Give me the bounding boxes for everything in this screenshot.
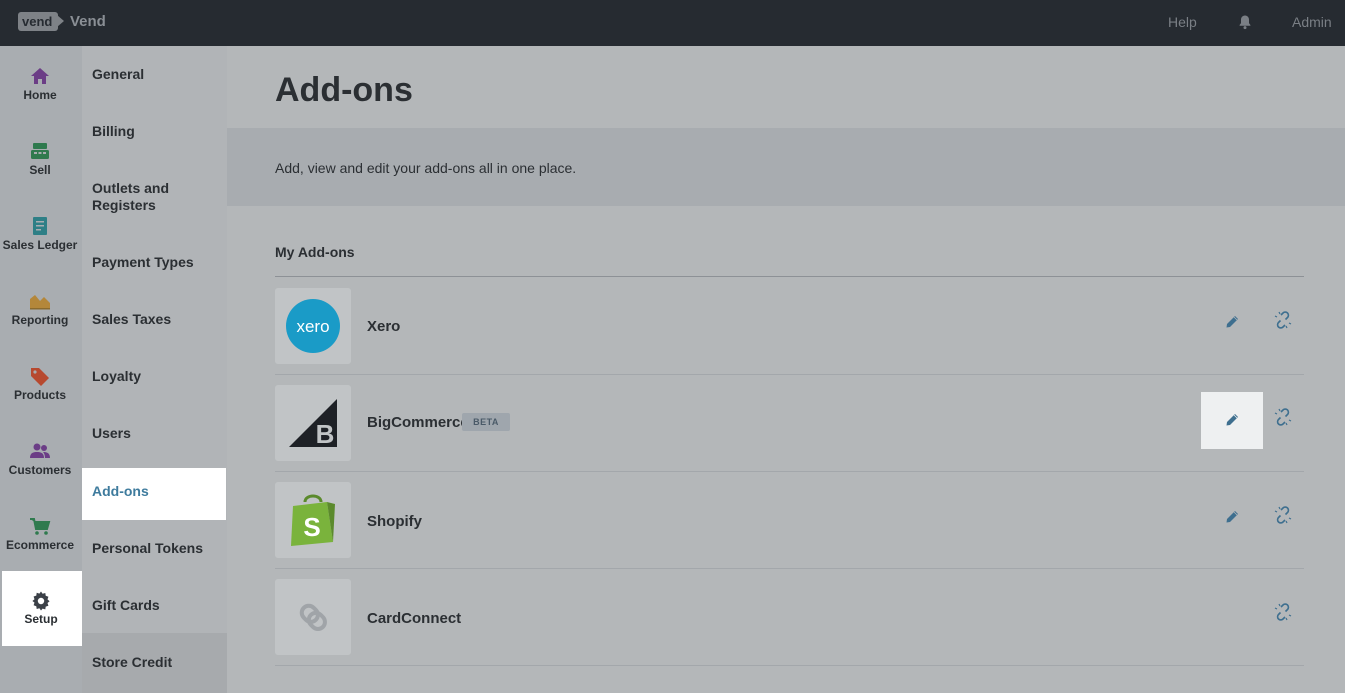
svg-text:B: B [316, 419, 335, 449]
subnav-personal-tokens-label: Personal Tokens [92, 540, 204, 556]
subnav-billing[interactable]: Billing [82, 103, 227, 155]
users-icon [29, 441, 51, 461]
svg-text:S: S [303, 512, 320, 542]
addon-row-bigcommerce: B BigCommerce BETA [275, 375, 1304, 472]
svg-text:xero: xero [296, 317, 329, 336]
subnav-add-ons-label: Add-ons [92, 483, 149, 499]
bell-icon[interactable] [1237, 14, 1253, 30]
subnav-gift-cards-label: Gift Cards [92, 597, 160, 613]
nav-ecommerce[interactable]: Ecommerce [0, 496, 82, 571]
subnav-general[interactable]: General [82, 46, 227, 98]
disconnect-button[interactable] [1269, 306, 1297, 334]
subnav-add-ons[interactable]: Add-ons [82, 468, 226, 520]
section-title: My Add-ons [275, 244, 355, 260]
disconnect-button[interactable] [1269, 598, 1297, 626]
subnav-outlets-registers[interactable]: Outlets and Registers [82, 160, 227, 234]
link-placeholder-logo [275, 579, 351, 655]
addon-name: BigCommerce [367, 414, 469, 431]
nav-sell[interactable]: Sell [0, 121, 82, 196]
subnav-store-credit[interactable]: Store Credit [82, 633, 227, 693]
edit-button[interactable] [1201, 392, 1263, 449]
main-nav-rail: Home Sell Sales Ledger Reporting Product… [0, 46, 84, 693]
addon-name: Shopify [367, 513, 422, 530]
broken-link-icon [1274, 603, 1292, 621]
xero-logo: xero [275, 288, 351, 364]
subnav-loyalty[interactable]: Loyalty [82, 348, 227, 400]
nav-setup[interactable]: Setup [2, 571, 84, 646]
nav-products-label: Products [13, 388, 66, 402]
nav-setup-label: Setup [24, 612, 58, 626]
main-content: Add-ons Add, view and edit your add-ons … [227, 46, 1345, 693]
page-description: Add, view and edit your add-ons all in o… [275, 160, 577, 176]
nav-sales-ledger-label: Sales Ledger [2, 238, 78, 252]
subnav-store-credit-label: Store Credit [92, 654, 173, 670]
subnav-gift-cards[interactable]: Gift Cards [82, 576, 227, 628]
subnav-sales-taxes[interactable]: Sales Taxes [82, 291, 227, 343]
edit-button[interactable] [1201, 294, 1263, 351]
subnav-outlets-registers-label: Outlets and Registers [92, 180, 170, 213]
register-icon [29, 141, 51, 161]
top-bar: vend Vend Help Admin [0, 0, 1345, 46]
shopify-logo: S [275, 482, 351, 558]
gear-icon [30, 590, 52, 611]
addon-row-xero: xero Xero [275, 278, 1304, 375]
subnav-payment-types[interactable]: Payment Types [82, 234, 227, 286]
cart-icon [29, 516, 51, 536]
description-banner: Add, view and edit your add-ons all in o… [227, 128, 1345, 206]
receipt-icon [29, 216, 51, 236]
subnav-billing-label: Billing [92, 123, 135, 139]
pencil-icon [1226, 316, 1238, 328]
disconnect-button[interactable] [1269, 501, 1297, 529]
nav-products[interactable]: Products [0, 346, 82, 421]
subnav-general-label: General [92, 66, 145, 82]
addon-name: Xero [367, 318, 401, 335]
vend-logo[interactable]: vend [18, 12, 64, 31]
page-title: Add-ons [275, 71, 413, 109]
disconnect-button[interactable] [1269, 403, 1297, 431]
pencil-icon [1226, 511, 1238, 523]
addon-name: CardConnect [367, 610, 462, 627]
nav-customers[interactable]: Customers [0, 421, 82, 496]
setup-subnav: General Billing Outlets and Registers Pa… [82, 46, 227, 693]
subnav-users-label: Users [92, 425, 131, 441]
nav-sales-ledger[interactable]: Sales Ledger [0, 196, 82, 271]
bigcommerce-logo: B [275, 385, 351, 461]
nav-home-label: Home [23, 88, 57, 102]
subnav-users[interactable]: Users [82, 405, 227, 457]
nav-reporting[interactable]: Reporting [0, 271, 82, 346]
nav-ecommerce-label: Ecommerce [5, 538, 75, 552]
addon-row-cardconnect: CardConnect [275, 569, 1304, 666]
home-icon [29, 66, 51, 86]
nav-customers-label: Customers [8, 463, 72, 477]
section-divider [275, 276, 1304, 277]
broken-link-icon [1274, 311, 1292, 329]
tag-icon [29, 366, 51, 386]
beta-badge: BETA [462, 413, 510, 431]
subnav-payment-types-label: Payment Types [92, 254, 194, 270]
edit-button[interactable] [1201, 489, 1263, 546]
broken-link-icon [1274, 408, 1292, 426]
nav-reporting-label: Reporting [11, 313, 69, 327]
help-link[interactable]: Help [1168, 14, 1197, 30]
broken-link-icon [1274, 506, 1292, 524]
pencil-icon [1226, 414, 1238, 426]
user-menu[interactable]: Admin [1292, 14, 1332, 30]
subnav-loyalty-label: Loyalty [92, 368, 142, 384]
area-chart-icon [29, 291, 51, 311]
nav-sell-label: Sell [29, 163, 51, 177]
subnav-sales-taxes-label: Sales Taxes [92, 311, 172, 327]
brand-name[interactable]: Vend [70, 13, 106, 30]
addon-row-shopify: S Shopify [275, 472, 1304, 569]
subnav-personal-tokens[interactable]: Personal Tokens [82, 519, 227, 571]
nav-home[interactable]: Home [0, 46, 82, 121]
